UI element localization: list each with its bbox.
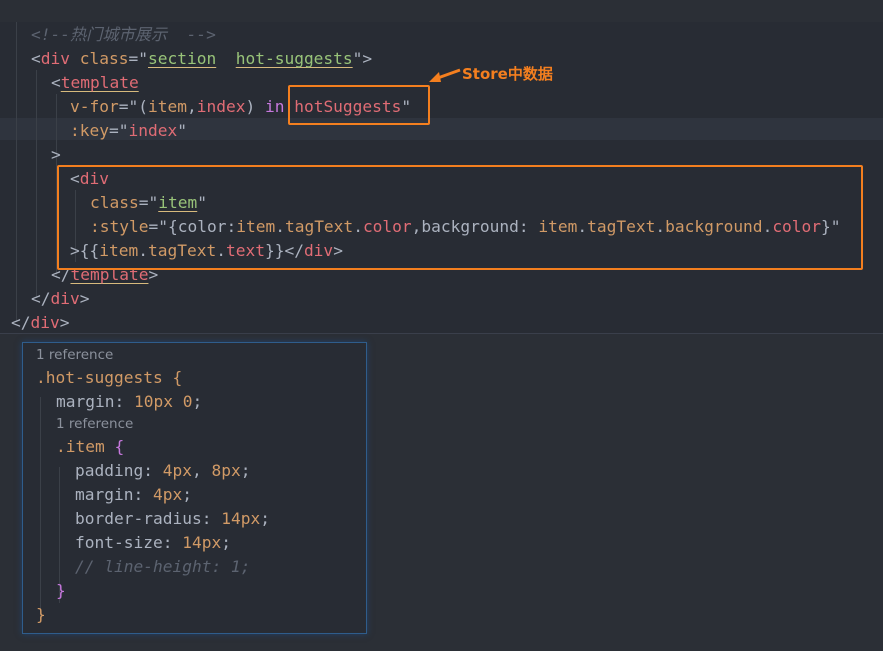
code-token: item xyxy=(147,97,187,116)
code-token: : xyxy=(201,509,222,528)
code-token: margin xyxy=(75,485,134,504)
code-token: border-radius xyxy=(75,509,202,528)
code-token: div xyxy=(40,49,70,68)
code-token: ; xyxy=(260,509,270,528)
reference-count[interactable]: 1 reference xyxy=(56,416,133,432)
code-line-6[interactable]: > xyxy=(51,143,61,167)
code-token: </ xyxy=(11,313,31,332)
code-token: " xyxy=(177,121,187,140)
code-token: 4px xyxy=(162,461,192,480)
code-line-3[interactable]: <template xyxy=(51,71,139,95)
code-token: , xyxy=(191,461,212,480)
highlight-box-hotsuggests xyxy=(288,85,430,125)
code-line-2[interactable]: <div class="section hot-suggests"> xyxy=(31,47,372,71)
code-token: v-for xyxy=(70,97,119,116)
code-token: index xyxy=(196,97,246,116)
code-token: section xyxy=(147,49,217,68)
reference-count[interactable]: 1 reference xyxy=(36,347,113,363)
css-peek-panel[interactable]: 1 reference .hot-suggests { margin: 10px… xyxy=(22,342,367,634)
css-line-7[interactable]: font-size: 14px; xyxy=(75,531,231,555)
css-line-3[interactable]: .item { xyxy=(56,435,124,459)
code-token: ; xyxy=(240,461,251,480)
highlight-box-item-div xyxy=(57,165,863,270)
code-token: ; xyxy=(192,392,203,411)
code-token: // line-height: 1; xyxy=(75,557,251,576)
code-token: } xyxy=(56,581,66,600)
arrow-icon xyxy=(429,68,461,82)
css-line-8[interactable]: // line-height: 1; xyxy=(75,555,250,579)
code-token: div xyxy=(30,313,60,332)
code-token: class xyxy=(70,49,129,68)
code-token: { xyxy=(172,368,183,387)
code-token: </ xyxy=(31,289,51,308)
code-line-12[interactable]: </div> xyxy=(31,287,90,311)
code-token: :key xyxy=(70,121,109,140)
code-token: index xyxy=(128,121,178,140)
code-token: ; xyxy=(182,485,192,504)
indent-guide xyxy=(40,397,41,619)
css-line-9[interactable]: } xyxy=(56,579,66,603)
code-token: =" xyxy=(108,121,129,140)
code-token: hot-suggests xyxy=(235,49,353,68)
code-line-5[interactable]: :key="index" xyxy=(70,119,187,143)
code-token: 10px 0 xyxy=(133,392,193,411)
code-line-1[interactable]: <!--热门城市展示 --> xyxy=(31,23,216,47)
code-token: : xyxy=(114,392,134,411)
code-token: padding xyxy=(75,461,144,480)
css-line-2[interactable]: margin: 10px 0; xyxy=(56,390,202,414)
code-token: < xyxy=(31,49,41,68)
code-token: .hot-suggests xyxy=(36,368,173,387)
css-line-5[interactable]: margin: 4px; xyxy=(75,483,192,507)
code-token: < xyxy=(51,73,61,92)
code-token: 14px xyxy=(221,509,261,528)
code-token: 14px xyxy=(182,533,222,552)
code-token: ="( xyxy=(118,97,148,116)
code-token: <!--热门城市展示 --> xyxy=(31,25,216,44)
code-token: { xyxy=(114,437,125,456)
code-token: template xyxy=(60,73,139,92)
code-token: > xyxy=(51,145,61,164)
code-token: : xyxy=(162,533,183,552)
code-token: =" xyxy=(128,49,148,68)
code-line-13[interactable]: </div> xyxy=(11,311,70,335)
code-token: > xyxy=(59,313,70,332)
indent-guide xyxy=(36,70,37,298)
code-token: div xyxy=(50,289,80,308)
css-line-4[interactable]: padding: 4px, 8px; xyxy=(75,459,250,483)
code-token: .item xyxy=(56,437,115,456)
css-line-10[interactable]: } xyxy=(36,603,46,627)
css-line-1[interactable]: .hot-suggests { xyxy=(36,366,182,390)
code-token: ) xyxy=(245,97,265,116)
store-annotation: Store中数据 xyxy=(462,65,553,83)
code-token: in xyxy=(264,97,285,116)
code-token: : xyxy=(143,461,163,480)
indent-guide xyxy=(16,22,17,322)
code-token: font-size xyxy=(75,533,163,552)
code-token: } xyxy=(36,605,46,624)
code-token: , xyxy=(186,97,197,116)
code-token: : xyxy=(133,485,153,504)
code-token: 4px xyxy=(152,485,183,504)
code-token: "> xyxy=(352,49,373,68)
code-token: 8px xyxy=(211,461,241,480)
code-token: > xyxy=(79,289,90,308)
code-token: ; xyxy=(221,533,231,552)
css-line-6[interactable]: border-radius: 14px; xyxy=(75,507,270,531)
code-token: margin xyxy=(56,392,115,411)
